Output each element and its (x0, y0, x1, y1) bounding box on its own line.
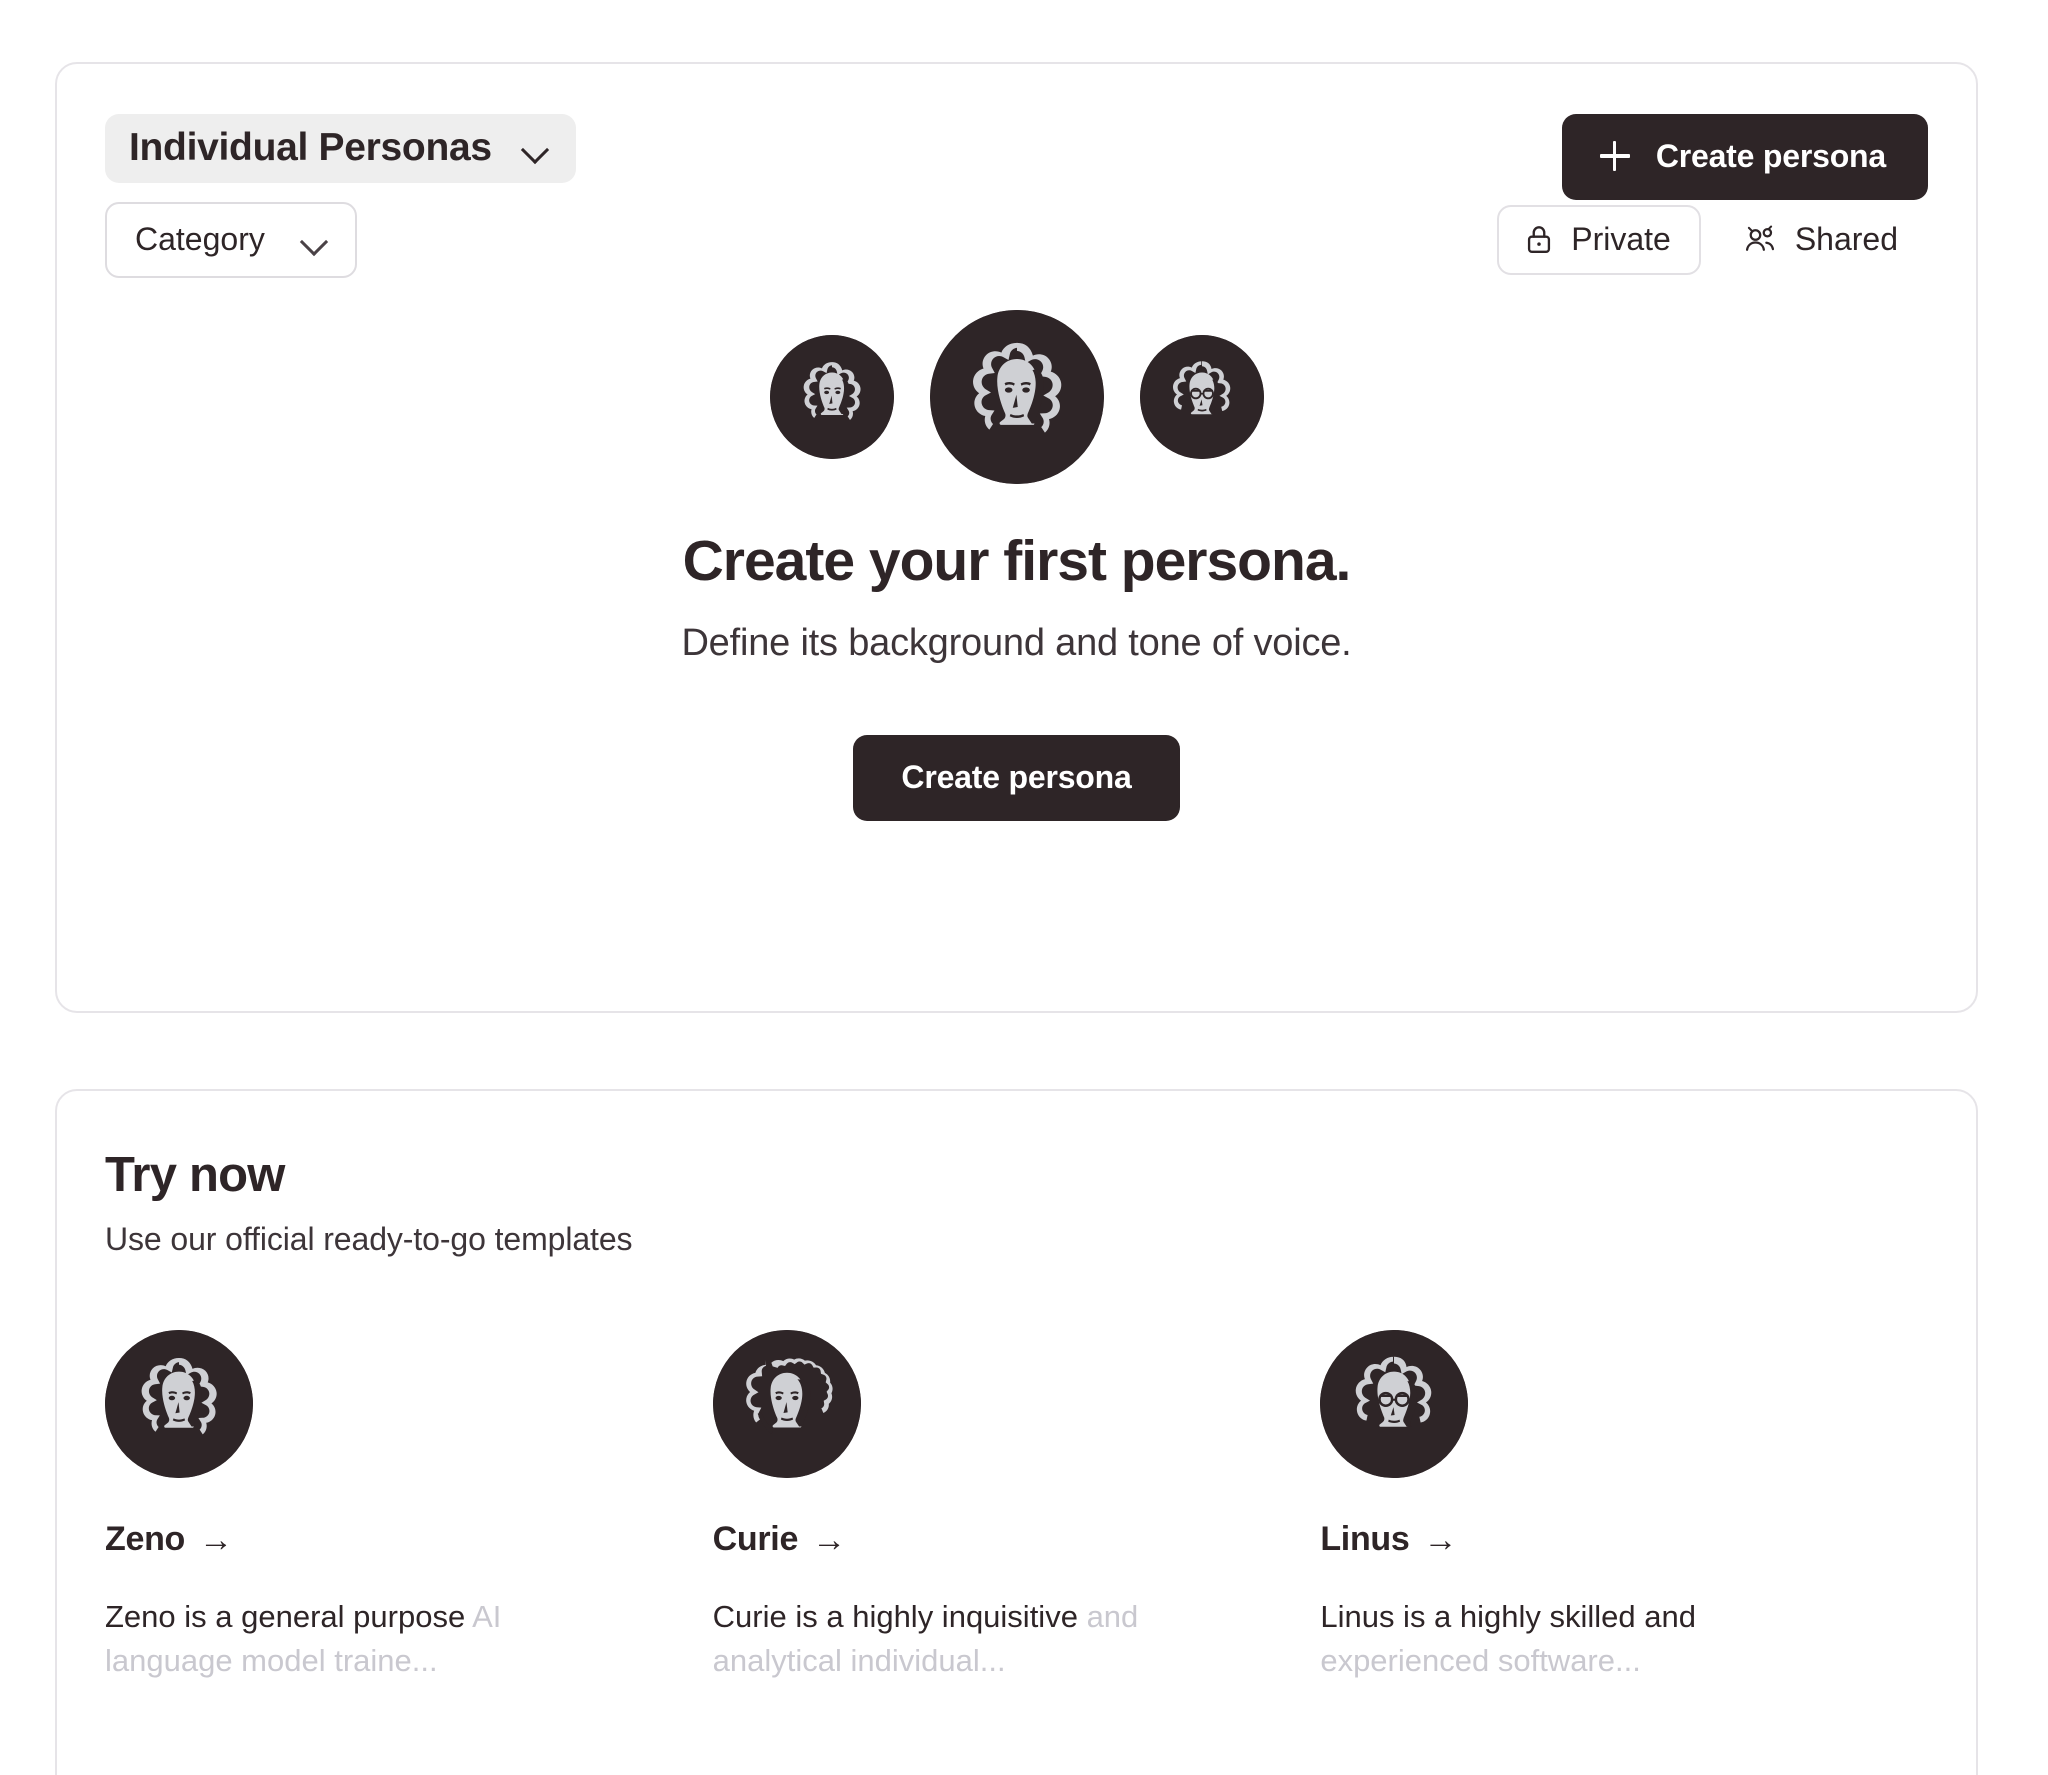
template-name-linus-label: Linus (1320, 1520, 1410, 1558)
template-description-zeno-visible: Zeno is a general purpose (105, 1599, 466, 1634)
scope-dropdown-label: Individual Personas (129, 126, 492, 169)
template-description-linus-faded: experienced software... (1320, 1643, 1641, 1679)
template-description-curie-visible: Curie is a highly inquisitive (712, 1599, 1078, 1634)
empty-state-subtitle: Define its background and tone of voice. (681, 622, 1352, 664)
panel-filters: Category Private Shared (57, 184, 1976, 278)
template-name-curie-label: Curie (712, 1520, 799, 1558)
templates-subtitle: Use our official ready-to-go templates (105, 1221, 633, 1257)
template-card-zeno[interactable]: Zeno → Zeno is a general purpose AI lang… (105, 1330, 713, 1683)
template-description-linus: Linus is a highly skilled and experience… (1320, 1595, 1750, 1683)
template-description-curie: Curie is a highly inquisitive and analyt… (713, 1595, 1143, 1683)
template-description-linus-visible: Linus is a highly skilled and (1320, 1599, 1696, 1634)
template-name-zeno-label: Zeno (105, 1520, 186, 1558)
create-persona-button-center[interactable]: Create persona (853, 735, 1180, 821)
chevron-down-icon (522, 140, 548, 155)
templates-title: Try now (105, 1148, 285, 1202)
template-card-linus[interactable]: Linus → Linus is a highly skilled and ex… (1320, 1330, 1928, 1683)
category-dropdown[interactable]: Category (105, 202, 357, 278)
persona-avatar-zeno (105, 1330, 253, 1478)
template-description-zeno: Zeno is a general purpose AI language mo… (105, 1595, 535, 1683)
people-icon (1743, 224, 1777, 254)
persona-avatar-curie (712, 1330, 861, 1478)
empty-state: Create your first persona. Define its ba… (57, 302, 1976, 821)
visibility-tab-shared[interactable]: Shared (1715, 205, 1928, 275)
arrow-right-icon: → (1423, 1520, 1458, 1559)
arrow-right-icon: → (199, 1520, 233, 1559)
create-persona-button-center-label: Create persona (901, 759, 1132, 795)
visibility-tab-private-label: Private (1571, 221, 1671, 257)
lock-icon (1525, 223, 1553, 255)
templates-panel: Try now Use our official ready-to-go tem… (55, 1089, 1978, 1775)
chevron-down-icon (301, 232, 327, 247)
persona-avatar-linus (1320, 1330, 1469, 1478)
persona-avatar-small-left (769, 335, 894, 459)
template-card-curie[interactable]: Curie → Curie is a highly inquisitive an… (712, 1330, 1321, 1683)
visibility-tab-private[interactable]: Private (1497, 205, 1701, 275)
plus-icon (1599, 141, 1630, 171)
persona-avatar-large-center (929, 310, 1104, 484)
personas-page: Individual Personas Create persona Categ… (0, 0, 2048, 1775)
empty-state-title: Create your first persona. (682, 529, 1352, 593)
scope-dropdown[interactable]: Individual Personas (105, 114, 576, 183)
template-name-curie: Curie → (713, 1520, 1321, 1559)
persona-avatar-group (57, 302, 1976, 492)
template-name-linus: Linus → (1320, 1520, 1928, 1559)
arrow-right-icon: → (812, 1520, 846, 1559)
visibility-toggle-group: Private Shared (1497, 205, 1928, 275)
visibility-tab-shared-label: Shared (1794, 221, 1898, 257)
template-grid: Zeno → Zeno is a general purpose AI lang… (105, 1330, 1928, 1683)
template-name-zeno: Zeno → (105, 1520, 713, 1559)
create-persona-button-top-label: Create persona (1655, 138, 1886, 174)
personas-panel: Individual Personas Create persona Categ… (55, 62, 1978, 1013)
panel-toolbar: Individual Personas Create persona (57, 64, 1976, 200)
persona-avatar-small-right (1139, 335, 1264, 459)
category-dropdown-label: Category (135, 221, 265, 257)
